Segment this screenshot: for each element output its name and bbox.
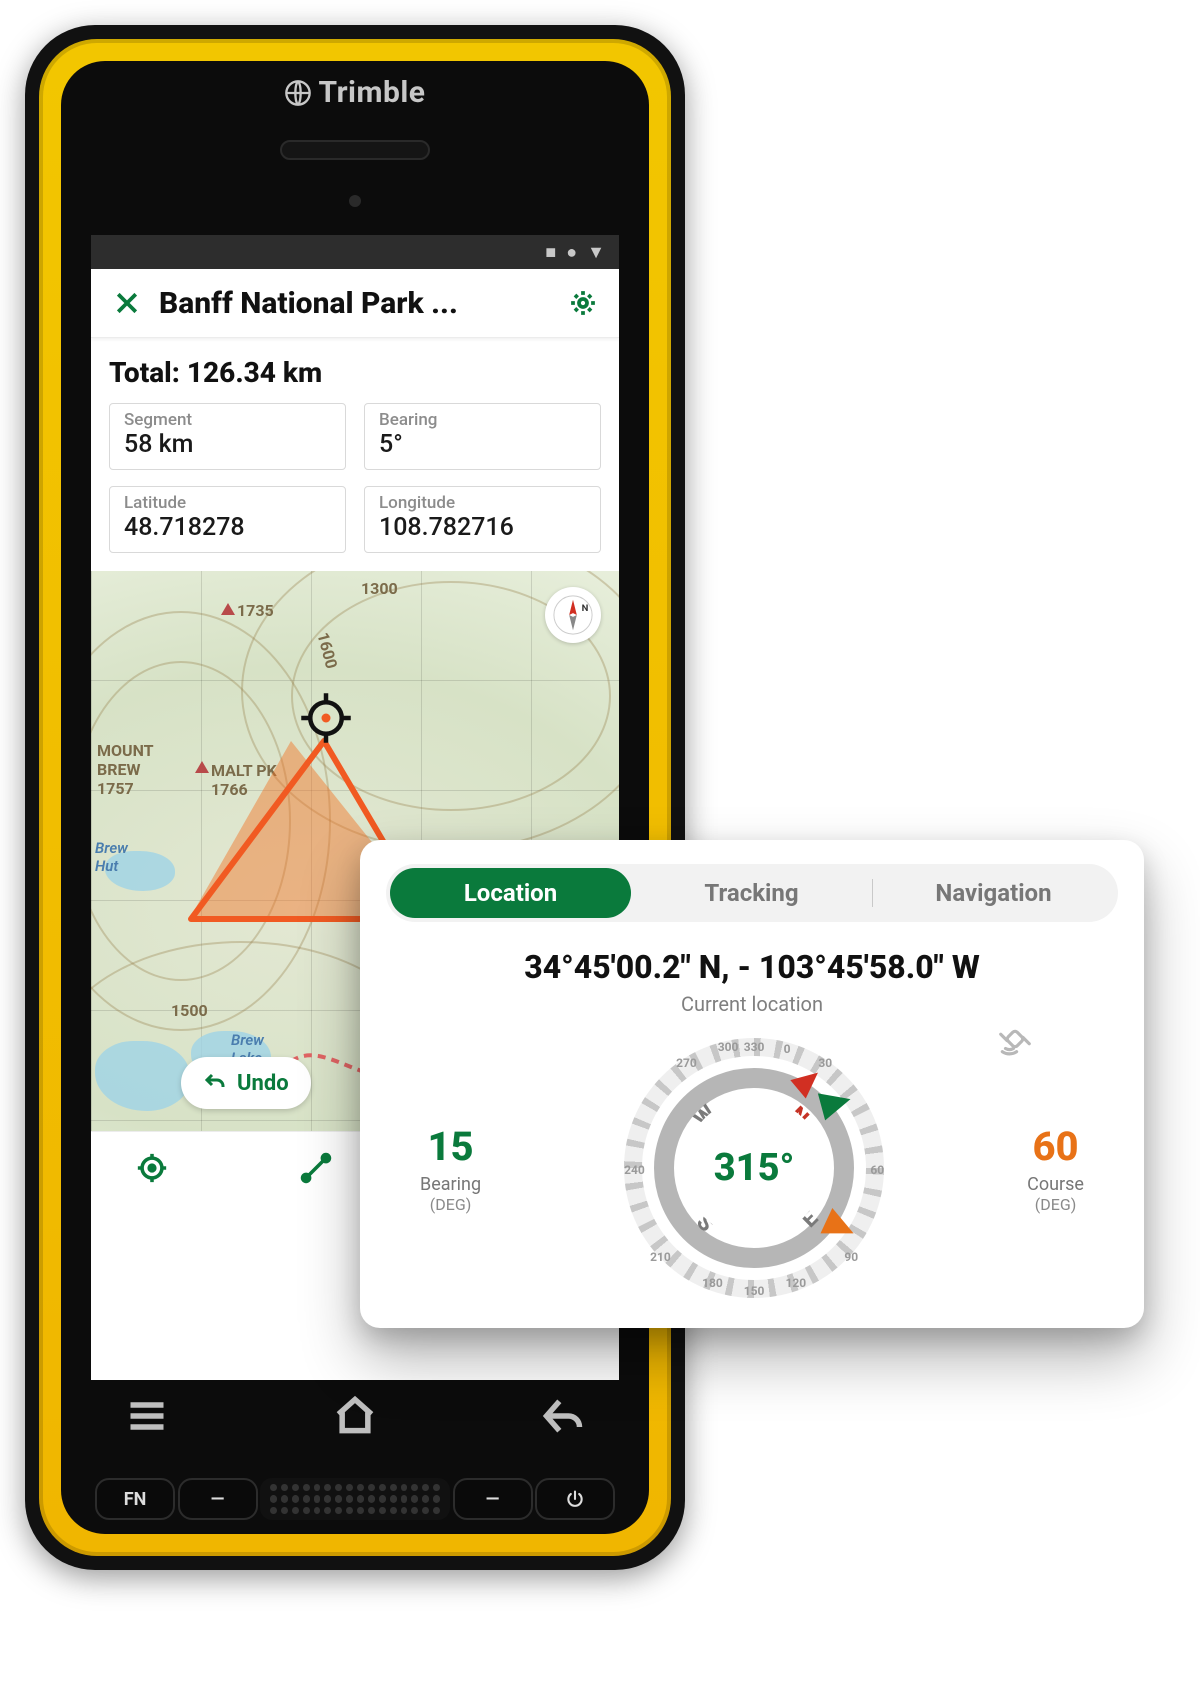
longitude-field[interactable]: Longitude 108.782716 <box>364 486 601 553</box>
map-label-brew-hut: Brew Hut <box>95 839 128 875</box>
circle-icon: ● <box>566 242 577 263</box>
latitude-label: Latitude <box>124 493 331 513</box>
earpiece <box>280 140 430 160</box>
bearing-value: 15 <box>420 1123 481 1170</box>
power-button[interactable] <box>535 1478 615 1520</box>
bearing-unit: (DEG) <box>420 1195 481 1214</box>
course-stat: 60 Course (DEG) <box>1027 1123 1084 1214</box>
bearing-stat: 15 Bearing (DEG) <box>420 1123 481 1214</box>
latitude-value: 48.718278 <box>124 513 331 542</box>
close-button[interactable] <box>109 285 145 321</box>
gear-icon <box>568 288 598 318</box>
heading-value: 315° <box>684 1098 824 1238</box>
app-header: Banff National Park ... <box>91 269 619 338</box>
line-icon <box>299 1151 333 1185</box>
compass-dial[interactable]: 330 300 270 240 210 180 150 120 90 60 30… <box>624 1038 884 1298</box>
map-label-1300: 1300 <box>361 579 398 598</box>
coordinates-text: 34°45'00.2" N, - 103°45'58.0" W <box>386 948 1118 986</box>
map-label-1735: 1735 <box>237 601 274 620</box>
coordinates-subtitle: Current location <box>386 992 1118 1016</box>
svg-text:N: N <box>582 603 589 614</box>
hardware-button-row: FN — — <box>25 1478 685 1520</box>
page-title: Banff National Park ... <box>159 286 551 321</box>
segment-value: 58 km <box>124 430 331 459</box>
bearing-field[interactable]: Bearing 5° <box>364 403 601 470</box>
locate-button[interactable] <box>135 1151 169 1189</box>
bearing-label: Bearing <box>420 1174 481 1195</box>
latitude-field[interactable]: Latitude 48.718278 <box>109 486 346 553</box>
satellite-icon <box>996 1020 1034 1058</box>
longitude-label: Longitude <box>379 493 586 513</box>
square-icon: ■ <box>545 242 556 263</box>
home-icon <box>333 1394 377 1438</box>
map-label-1500: 1500 <box>171 1001 208 1020</box>
triangle-down-icon: ▼ <box>587 242 605 263</box>
home-button[interactable] <box>333 1394 377 1442</box>
tab-tracking[interactable]: Tracking <box>631 868 872 918</box>
settings-button[interactable] <box>565 285 601 321</box>
front-camera <box>349 195 361 207</box>
location-tabs: Location Tracking Navigation <box>386 864 1118 922</box>
segment-field[interactable]: Segment 58 km <box>109 403 346 470</box>
back-button[interactable] <box>541 1394 585 1442</box>
peak-icon <box>221 603 235 615</box>
compass-icon: N <box>552 594 594 636</box>
longitude-value: 108.782716 <box>379 513 586 542</box>
tab-location[interactable]: Location <box>390 868 631 918</box>
bearing-value: 5° <box>379 430 586 459</box>
undo-button[interactable]: Undo <box>181 1057 311 1109</box>
globe-icon <box>284 79 312 107</box>
compass-row: 15 Bearing (DEG) 330 300 270 240 210 180… <box>386 1038 1118 1298</box>
course-label: Course <box>1027 1174 1084 1195</box>
course-value: 60 <box>1027 1123 1084 1170</box>
back-icon <box>541 1394 585 1438</box>
speaker-grille <box>260 1478 450 1520</box>
location-card: Location Tracking Navigation 34°45'00.2"… <box>360 840 1144 1328</box>
fn-button[interactable]: FN <box>95 1478 175 1520</box>
android-statusbar: ■ ● ▼ <box>91 235 619 269</box>
recent-apps-button[interactable] <box>125 1394 169 1442</box>
crosshair-icon <box>299 691 353 745</box>
locate-icon <box>135 1151 169 1185</box>
total-distance: Total: 126.34 km <box>91 338 619 397</box>
metrics-grid: Segment 58 km Bearing 5° Latitude 48.718… <box>91 397 619 571</box>
rugged-phone-shell: Trimble ■ ● ▼ Banff National Park ... To… <box>25 25 685 1570</box>
undo-label: Undo <box>237 1071 289 1096</box>
close-icon <box>112 288 142 318</box>
bearing-label: Bearing <box>379 410 586 430</box>
undo-icon <box>203 1071 227 1095</box>
tab-navigation[interactable]: Navigation <box>873 868 1114 918</box>
map-reticle[interactable] <box>299 691 353 749</box>
line-tool-button[interactable] <box>299 1151 333 1189</box>
minus-button-2[interactable]: — <box>453 1478 533 1520</box>
compass-mini[interactable]: N <box>545 587 601 643</box>
hamburger-icon <box>125 1394 169 1438</box>
device-brand: Trimble <box>25 75 685 110</box>
android-nav-bar <box>85 1394 625 1442</box>
map-label-mount-brew: MOUNT BREW 1757 <box>97 741 154 798</box>
course-unit: (DEG) <box>1027 1195 1084 1214</box>
power-icon <box>565 1489 585 1509</box>
satellite-status[interactable] <box>996 1020 1034 1062</box>
minus-button[interactable]: — <box>178 1478 258 1520</box>
segment-label: Segment <box>124 410 331 430</box>
